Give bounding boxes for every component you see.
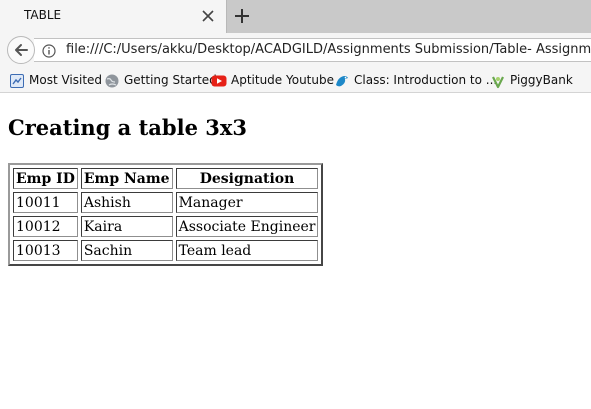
bookmark-label: Most Visited [29, 73, 103, 87]
tab-table[interactable]: TABLE [0, 0, 227, 33]
back-arrow-icon [15, 44, 28, 56]
bookmark-class-introduction[interactable]: Class: Introduction to ... [334, 73, 497, 89]
bookmark-label: Getting Started [124, 73, 217, 87]
bookmarks-bar: Most Visited Getting Started Aptitude Yo… [0, 67, 591, 93]
cell-emp-id: 10011 [13, 192, 78, 213]
page-title: Creating a table 3x3 [8, 115, 247, 140]
tab-strip: TABLE [0, 0, 591, 33]
youtube-icon [211, 75, 227, 87]
cell-emp-id: 10013 [13, 240, 78, 261]
header-designation: Designation [175, 168, 319, 189]
url-text: file:///C:/Users/akku/Desktop/ACADGILD/A… [66, 42, 591, 57]
table-row: 10011 Ashish Manager [13, 192, 319, 213]
cell-designation: Manager [175, 192, 319, 213]
bookmark-label: Aptitude Youtube [231, 73, 334, 87]
table-row: 10013 Sachin Team lead [13, 240, 319, 261]
piggybank-icon [492, 76, 504, 89]
cell-designation: Team lead [175, 240, 319, 261]
header-emp-id: Emp ID [13, 168, 78, 189]
header-emp-name: Emp Name [80, 168, 173, 189]
bookmark-getting-started[interactable]: Getting Started [104, 73, 217, 89]
employee-table: Emp ID Emp Name Designation 10011 Ashish… [8, 163, 324, 266]
most-visited-icon [10, 74, 24, 88]
tab-title: TABLE [24, 8, 62, 22]
back-button[interactable] [7, 36, 35, 64]
bookmark-label: PiggyBank [510, 73, 573, 87]
table-row: 10012 Kaira Associate Engineer [13, 216, 319, 237]
table-header-row: Emp ID Emp Name Designation [13, 168, 319, 189]
bookmark-label: Class: Introduction to ... [354, 73, 498, 87]
close-icon[interactable] [200, 8, 216, 24]
globe-icon [105, 74, 119, 88]
bookmark-most-visited[interactable]: Most Visited [9, 73, 103, 89]
new-tab-icon[interactable] [233, 7, 251, 25]
cell-emp-name: Ashish [80, 192, 173, 213]
cell-emp-name: Kaira [80, 216, 173, 237]
url-bar[interactable]: file:///C:/Users/akku/Desktop/ACADGILD/A… [34, 38, 591, 62]
info-icon[interactable] [42, 43, 56, 58]
cell-emp-id: 10012 [13, 216, 78, 237]
cell-designation: Associate Engineer [175, 216, 319, 237]
bird-icon [336, 76, 348, 87]
bookmark-aptitude-youtube[interactable]: Aptitude Youtube [211, 73, 334, 89]
bookmark-piggybank[interactable]: PiggyBank [490, 73, 580, 89]
browser-window: TABLE file:///C:/Users/akku/Desktop/ACAD… [0, 0, 591, 409]
page-content: Creating a table 3x3 Emp ID Emp Name Des… [0, 93, 591, 409]
navigation-bar: file:///C:/Users/akku/Desktop/ACADGILD/A… [0, 33, 591, 67]
cell-emp-name: Sachin [80, 240, 173, 261]
